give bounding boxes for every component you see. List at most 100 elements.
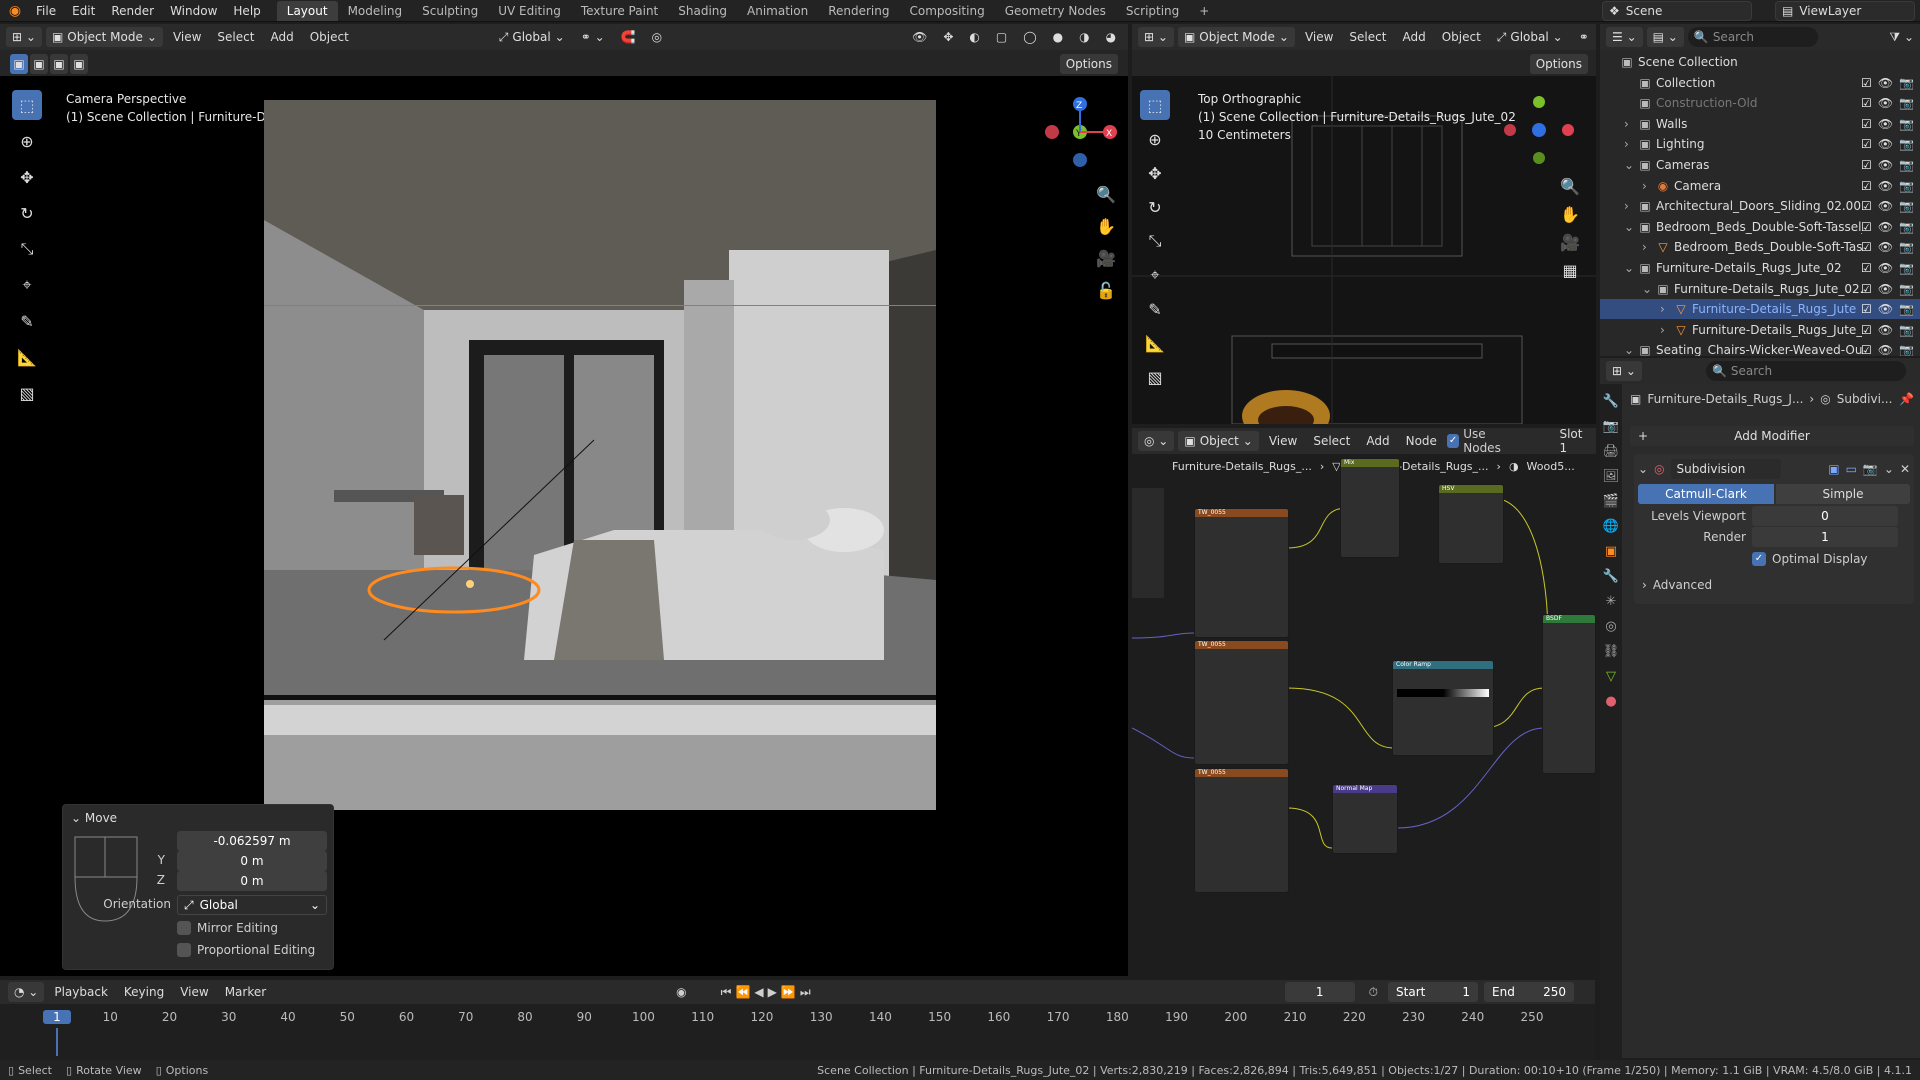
annotate-icon[interactable]: ✎ <box>12 306 42 336</box>
scene-selector[interactable]: ❖ Scene <box>1602 1 1752 21</box>
camera-render-icon[interactable]: 📷 <box>1899 76 1914 90</box>
lock-icon[interactable]: 🔓 <box>1092 276 1120 304</box>
outliner-expand-icon[interactable]: › <box>1624 117 1638 131</box>
camera-viewport[interactable]: Camera Perspective (1) Scene Collection … <box>0 76 1128 976</box>
eye-icon[interactable]: 👁 <box>1878 282 1893 296</box>
top-options-button[interactable]: Options <box>1529 54 1588 74</box>
outliner-item[interactable]: ⌄▣ Bedroom_Beds_Double-Soft-Tassel_01.☑ 👁 📷 <box>1600 217 1920 237</box>
eye-icon[interactable]: 👁 <box>1878 179 1893 193</box>
camera-render-icon[interactable]: 📷 <box>1899 117 1914 131</box>
shading-rendered-icon[interactable]: ◕ <box>1100 30 1122 44</box>
properties-object-name[interactable]: Furniture-Details_Rugs_J... <box>1647 392 1803 406</box>
modifier-collapse-icon[interactable]: ⌄ <box>1638 462 1648 476</box>
timeline-view-menu[interactable]: View <box>174 985 214 999</box>
top-camera-icon[interactable]: 🎥 <box>1556 228 1584 256</box>
end-frame-field[interactable]: End 250 <box>1484 982 1575 1002</box>
camera-render-icon[interactable]: 📷 <box>1899 323 1914 337</box>
jump-start-icon[interactable]: ⏮ <box>721 985 732 1000</box>
proportional-icon[interactable]: ◎ <box>646 30 668 44</box>
include-checkbox-icon[interactable]: ☑ <box>1861 302 1872 316</box>
outliner-item[interactable]: ▣ Scene Collection <box>1600 52 1920 72</box>
outliner-display-mode-icon[interactable]: ▤ ⌄ <box>1646 27 1684 47</box>
top-annotate-icon[interactable]: ✎ <box>1140 294 1170 324</box>
measure-icon[interactable]: 📐 <box>12 342 42 372</box>
menu-add[interactable]: Add <box>264 30 299 44</box>
tab-scripting[interactable]: Scripting <box>1116 1 1189 21</box>
top-mode-dropdown[interactable]: ▣ Object Mode ⌄ <box>1177 27 1295 47</box>
menu-object[interactable]: Object <box>304 30 355 44</box>
include-checkbox-icon[interactable]: ☑ <box>1861 137 1872 151</box>
jump-end-icon[interactable]: ⏭ <box>800 985 811 1000</box>
select-extend-icon[interactable]: ▣ <box>30 54 48 74</box>
modifier-menu-icon[interactable]: ⌄ <box>1884 462 1894 476</box>
node-side-panel[interactable] <box>1132 488 1164 598</box>
outliner-item[interactable]: ›▽ Furniture-Details_Rugs_Jute_02.☑ 👁 📷 <box>1600 320 1920 340</box>
top-transform-icon[interactable]: ⌖ <box>1140 260 1170 290</box>
outliner-expand-icon[interactable]: ⌄ <box>1642 282 1656 296</box>
constraints-tab-icon[interactable]: ⛓ <box>1603 644 1620 659</box>
eye-icon[interactable]: 👁 <box>1878 220 1893 234</box>
start-frame-field[interactable]: Start 1 <box>1388 982 1479 1002</box>
playhead[interactable] <box>56 1028 58 1056</box>
image-texture-node-1[interactable]: TW_0055 <box>1194 508 1289 638</box>
blender-logo-icon[interactable]: ◉ <box>6 2 24 20</box>
reverse-play-icon[interactable]: ◀ <box>754 985 763 999</box>
add-cube-icon[interactable]: ▧ <box>12 378 42 408</box>
top-measure-icon[interactable]: 📐 <box>1140 328 1170 358</box>
top-cursor-icon[interactable]: ⊕ <box>1140 124 1170 154</box>
select-subtract-icon[interactable]: ▣ <box>50 54 68 74</box>
outliner-type-icon[interactable]: ☰ ⌄ <box>1606 27 1643 47</box>
shading-material-icon[interactable]: ◑ <box>1073 30 1095 44</box>
tab-texture-paint[interactable]: Texture Paint <box>571 1 668 21</box>
outliner-item[interactable]: ⌄ ▣ Seating_Chairs-Wicker-Weaved-Outdo ☑ 👁 📷 <box>1600 340 1920 356</box>
eye-icon[interactable]: 👁 <box>1878 323 1893 337</box>
tab-animation[interactable]: Animation <box>737 1 818 21</box>
add-workspace-icon[interactable]: + <box>1189 1 1219 21</box>
prev-keyframe-icon[interactable]: ⏪ <box>735 985 750 999</box>
autokey-icon[interactable]: ◉ <box>676 985 686 999</box>
properties-type-icon[interactable]: ⊞ ⌄ <box>1606 361 1642 381</box>
top-add-cube-icon[interactable]: ▧ <box>1140 362 1170 392</box>
rotate-icon[interactable]: ↻ <box>12 198 42 228</box>
eye-icon[interactable]: 👁 <box>1878 240 1893 254</box>
camera-render-icon[interactable]: 📷 <box>1899 220 1914 234</box>
include-checkbox-icon[interactable]: ☑ <box>1861 117 1872 131</box>
proportional-editing-checkbox[interactable]: Proportional Editing <box>177 943 315 957</box>
tool-tab-icon[interactable]: 🔧 <box>1603 394 1619 409</box>
eye-icon[interactable]: 👁 <box>1878 302 1893 316</box>
overlay-icon[interactable]: ◐ <box>963 30 985 44</box>
outliner-item[interactable]: › ▣ Lighting ☑ 👁 📷 <box>1600 134 1920 154</box>
properties-search[interactable]: 🔍 Search <box>1705 361 1906 381</box>
outliner-expand-icon[interactable]: › <box>1660 323 1674 337</box>
properties-modifier-crumb[interactable]: Subdivi... <box>1837 392 1893 406</box>
camera-render-icon[interactable]: 📷 <box>1899 96 1914 110</box>
top-orthographic-viewport[interactable]: Top Orthographic (1) Scene Collection | … <box>1132 76 1596 424</box>
outliner-item[interactable]: › ▽ Furniture-Details_Rugs_Jute ☑ 👁 📷 <box>1600 299 1920 320</box>
top-orientation-dropdown[interactable]: ⤢ Global ⌄ <box>1491 27 1569 47</box>
scale-icon[interactable]: ⤡ <box>12 234 42 264</box>
outliner-expand-icon[interactable]: › <box>1624 137 1638 151</box>
pivot-icon[interactable]: ⚭ ⌄ <box>575 30 611 44</box>
tab-layout[interactable]: Layout <box>276 0 338 21</box>
camera-render-icon[interactable]: 📷 <box>1899 179 1914 193</box>
include-checkbox-icon[interactable]: ☑ <box>1861 76 1872 90</box>
outliner-item[interactable]: › ▣ Walls ☑ 👁 📷 <box>1600 114 1920 134</box>
outliner-expand-icon[interactable]: ⌄ <box>1624 261 1638 275</box>
outliner-expand-icon[interactable]: › <box>1624 199 1638 213</box>
camera-render-icon[interactable]: 📷 <box>1899 158 1914 172</box>
outliner-item[interactable]: ⌄ ▣ Furniture-Details_Rugs_Jute_02 ☑ 👁 📷 <box>1600 258 1920 278</box>
outliner-item[interactable]: ▣ Collection ☑ 👁 📷 <box>1600 73 1920 93</box>
top-menu-add[interactable]: Add <box>1396 30 1431 44</box>
tab-uv-editing[interactable]: UV Editing <box>488 1 571 21</box>
tab-rendering[interactable]: Rendering <box>818 1 899 21</box>
top-scale-icon[interactable]: ⤡ <box>1140 226 1170 256</box>
edit-mode-icon[interactable]: ▣ <box>1828 462 1839 476</box>
include-checkbox-icon[interactable]: ☑ <box>1861 96 1872 110</box>
image-texture-node-2[interactable]: TW_0055 <box>1194 640 1289 765</box>
options-button[interactable]: Options <box>1059 54 1118 74</box>
top-menu-select[interactable]: Select <box>1343 30 1392 44</box>
render-display-icon[interactable]: 📷 <box>1863 462 1878 476</box>
mix-node[interactable]: Mix <box>1340 458 1400 558</box>
output-tab-icon[interactable]: 🖨 <box>1603 444 1620 459</box>
modifier-close-icon[interactable]: ✕ <box>1900 462 1910 476</box>
